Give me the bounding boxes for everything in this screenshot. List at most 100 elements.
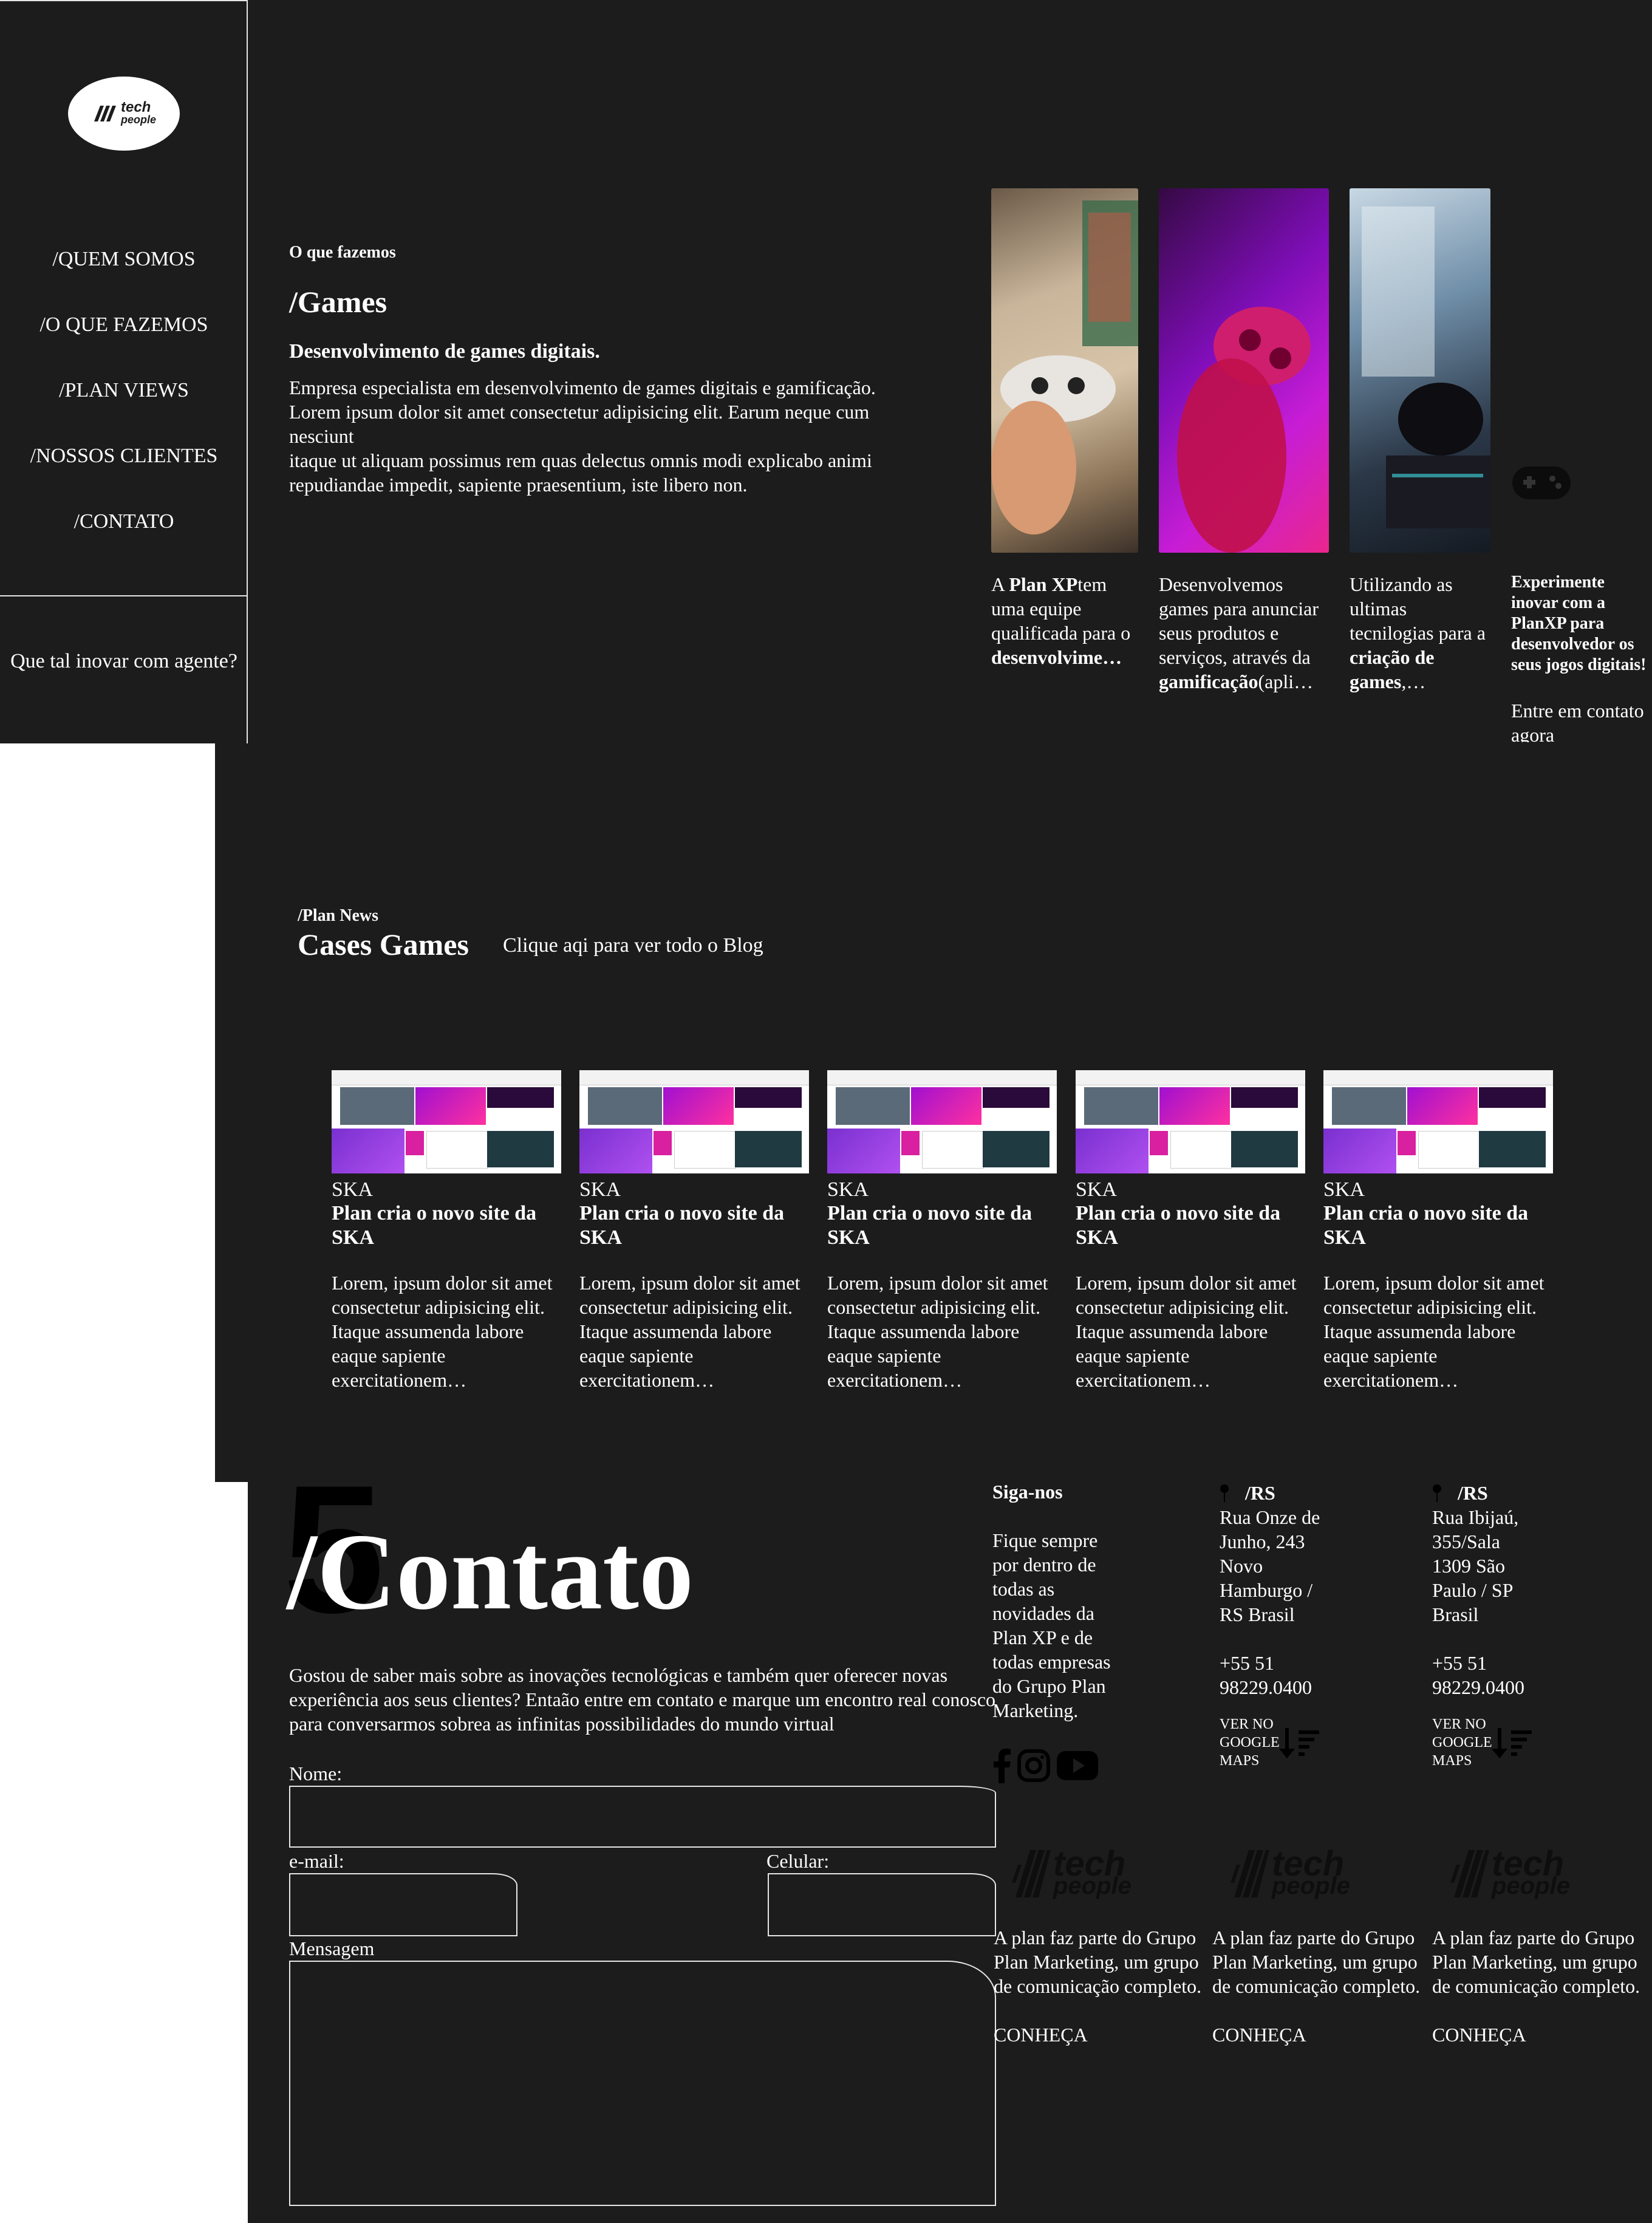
games-eyebrow: O que fazemos: [289, 243, 396, 262]
contact-title: /Contato: [287, 1511, 694, 1632]
games-card-2-text: Desenvolvemos games para anunciar seus p…: [1159, 572, 1331, 697]
follow-text: Fique sempre por dentro de todas as novi…: [992, 1529, 1111, 1721]
partner-logo[interactable]: tech people: [1212, 1840, 1431, 1907]
games-cta-link[interactable]: Entre em contato agora: [1511, 698, 1652, 742]
games-card-1-text: A Plan XPtem uma equipe qualificada para…: [991, 572, 1135, 697]
label-name: Nome:: [289, 1763, 343, 1784]
news-thumbnail: [827, 1070, 1057, 1173]
partner-logo-mark-icon: [1012, 1850, 1051, 1897]
gallery-photo-3: [1362, 207, 1490, 528]
logo-mark-icon: [94, 106, 116, 121]
gallery-photo-2: [1159, 188, 1329, 553]
news-tag: SKA: [579, 1178, 621, 1201]
facebook-icon[interactable]: [992, 1748, 1011, 1783]
card1-text-d: desenvolvime…: [991, 646, 1122, 668]
youtube-icon[interactable]: [1057, 1750, 1098, 1781]
office-address: Rua Ibijaú, 355/Sala 1309 São Paulo / SP…: [1432, 1506, 1519, 1625]
sort-down-icon: [1279, 1728, 1319, 1758]
partner-link[interactable]: CONHEÇA: [1212, 2023, 1431, 2047]
contact-intro-line1: Gostou de saber mais sobre as inovações …: [289, 1664, 996, 1710]
instagram-icon[interactable]: [1017, 1749, 1051, 1783]
news-card-body: Lorem, ipsum dolor sit amet consectetur …: [579, 1272, 800, 1391]
google-maps-link[interactable]: VER NO GOOGLE MAPS: [1220, 1715, 1280, 1770]
contact-intro-line2: para conversarmos sobrea as infinitas po…: [289, 1713, 835, 1735]
gallery-photo-1: [991, 200, 1138, 534]
games-title: /Games: [289, 285, 387, 319]
sidebar-divider: [0, 595, 248, 596]
news-thumbnail: [1076, 1070, 1305, 1173]
news-card-3[interactable]: SKA Plan cria o novo site da SKA Lorem, …: [827, 1070, 1057, 1392]
email-input[interactable]: [289, 1873, 517, 1936]
card3-text-a: Utilizando as ultimas tecnilogias para a: [1350, 573, 1486, 644]
news-tag: SKA: [827, 1178, 869, 1201]
nav-quem-somos[interactable]: /QUEM SOMOS: [0, 248, 248, 271]
nav-nossos-clientes[interactable]: /NOSSOS CLIENTES: [0, 445, 248, 468]
games-cta-text: Experimente inovar com a PlanXP para des…: [1511, 573, 1647, 674]
office-phone: +55 51 98229.0400: [1220, 1652, 1312, 1698]
office-2: /RS Rua Ibijaú, 355/Sala 1309 São Paulo …: [1432, 1481, 1541, 1770]
partner-link[interactable]: CONHEÇA: [994, 2023, 1212, 2047]
partner-link[interactable]: CONHEÇA: [1432, 2023, 1651, 2047]
map-pin-icon: [1433, 1484, 1441, 1502]
news-card-title: Plan cria o novo site da SKA: [1076, 1202, 1281, 1249]
card2-text-b: gamificação: [1159, 671, 1258, 692]
partner-text: A plan faz parte do Grupo Plan Marketing…: [1432, 1927, 1640, 1997]
news-card-5[interactable]: SKA Plan cria o novo site da SKA Lorem, …: [1323, 1070, 1553, 1392]
news-card-title: Plan cria o novo site da SKA: [332, 1202, 537, 1249]
follow-title: Siga-nos: [992, 1481, 1063, 1503]
sidebar-cta[interactable]: Que tal inovar com agente?: [0, 650, 248, 673]
games-card-3-text: Utilizando as ultimas tecnilogias para a…: [1350, 572, 1490, 697]
google-maps-link[interactable]: VER NO GOOGLE MAPS: [1432, 1715, 1492, 1770]
map-pin-icon: [1220, 1484, 1229, 1502]
card3-text-c: ,…: [1401, 671, 1426, 692]
partner-block-2: tech people A plan faz parte do Grupo Pl…: [1212, 1840, 1431, 2047]
partner-logo-mark-icon: [1450, 1850, 1489, 1897]
news-card-title: Plan cria o novo site da SKA: [827, 1202, 1032, 1249]
news-card-title: Plan cria o novo site da SKA: [579, 1202, 785, 1249]
partner-logo[interactable]: tech people: [1432, 1840, 1651, 1907]
logo-text-people: people: [120, 114, 156, 126]
news-tag: SKA: [1076, 1178, 1118, 1201]
news-tag: SKA: [1323, 1178, 1365, 1201]
card1-text-b: Plan XP: [1009, 573, 1078, 595]
partner-block-1: tech people A plan faz parte do Grupo Pl…: [994, 1840, 1212, 2047]
name-input[interactable]: [289, 1786, 996, 1848]
partner-text: A plan faz parte do Grupo Plan Marketing…: [994, 1927, 1202, 1997]
social-icons: [992, 1748, 1098, 1783]
games-body-line1: Empresa especialista em desenvolvimento …: [289, 377, 876, 398]
partner-block-3: tech people A plan faz parte do Grupo Pl…: [1432, 1840, 1651, 2047]
blog-link[interactable]: Clique aqi para ver todo o Blog: [503, 934, 763, 957]
tech-people-logo[interactable]: tech people: [68, 77, 180, 151]
news-card-4[interactable]: SKA Plan cria o novo site da SKA Lorem, …: [1076, 1070, 1305, 1392]
label-message: Mensagem: [289, 1938, 375, 1959]
news-thumbnail: [332, 1070, 561, 1173]
message-textarea[interactable]: [289, 1961, 996, 2206]
gallery-image-controller-hands: [991, 188, 1138, 553]
partner-text: A plan faz parte do Grupo Plan Marketing…: [1212, 1927, 1421, 1997]
partner-logo-text-people: people: [1492, 1873, 1570, 1899]
nav-o-que-fazemos[interactable]: /O QUE FAZEMOS: [0, 313, 248, 336]
news-card-1[interactable]: SKA Plan cria o novo site da SKA Lorem, …: [332, 1070, 561, 1392]
label-email: e-mail:: [289, 1850, 344, 1872]
nav-plan-views[interactable]: /PLAN VIEWS: [0, 379, 248, 402]
card2-text-c: (apli…: [1258, 671, 1314, 692]
office-city: /RS: [1245, 1482, 1275, 1504]
gallery-image-pink-controller: [1159, 188, 1329, 553]
news-card-2[interactable]: SKA Plan cria o novo site da SKA Lorem, …: [579, 1070, 809, 1392]
phone-input[interactable]: [768, 1873, 996, 1936]
partner-logo-text-people: people: [1272, 1873, 1350, 1899]
partner-logo[interactable]: tech people: [994, 1840, 1212, 1907]
news-thumbnail: [579, 1070, 809, 1173]
contact-intro: Gostou de saber mais sobre as inovações …: [289, 1663, 1000, 1736]
office-city: /RS: [1458, 1482, 1488, 1504]
card2-text-a: Desenvolvemos games para anunciar seus p…: [1159, 573, 1319, 668]
office-phone: +55 51 98229.0400: [1432, 1652, 1524, 1698]
games-body-line2: Lorem ipsum dolor sit amet consectetur a…: [289, 401, 870, 447]
office-address: Rua Onze de Junho, 243 Novo Hamburgo / R…: [1220, 1506, 1320, 1625]
partner-logo-text-people: people: [1053, 1873, 1131, 1899]
nav-contato[interactable]: /CONTATO: [0, 510, 248, 533]
partner-logo-mark-icon: [1230, 1850, 1269, 1897]
sort-down-icon: [1492, 1728, 1532, 1758]
news-title: Cases Games: [298, 927, 469, 961]
logo-text-tech: tech: [120, 99, 151, 115]
